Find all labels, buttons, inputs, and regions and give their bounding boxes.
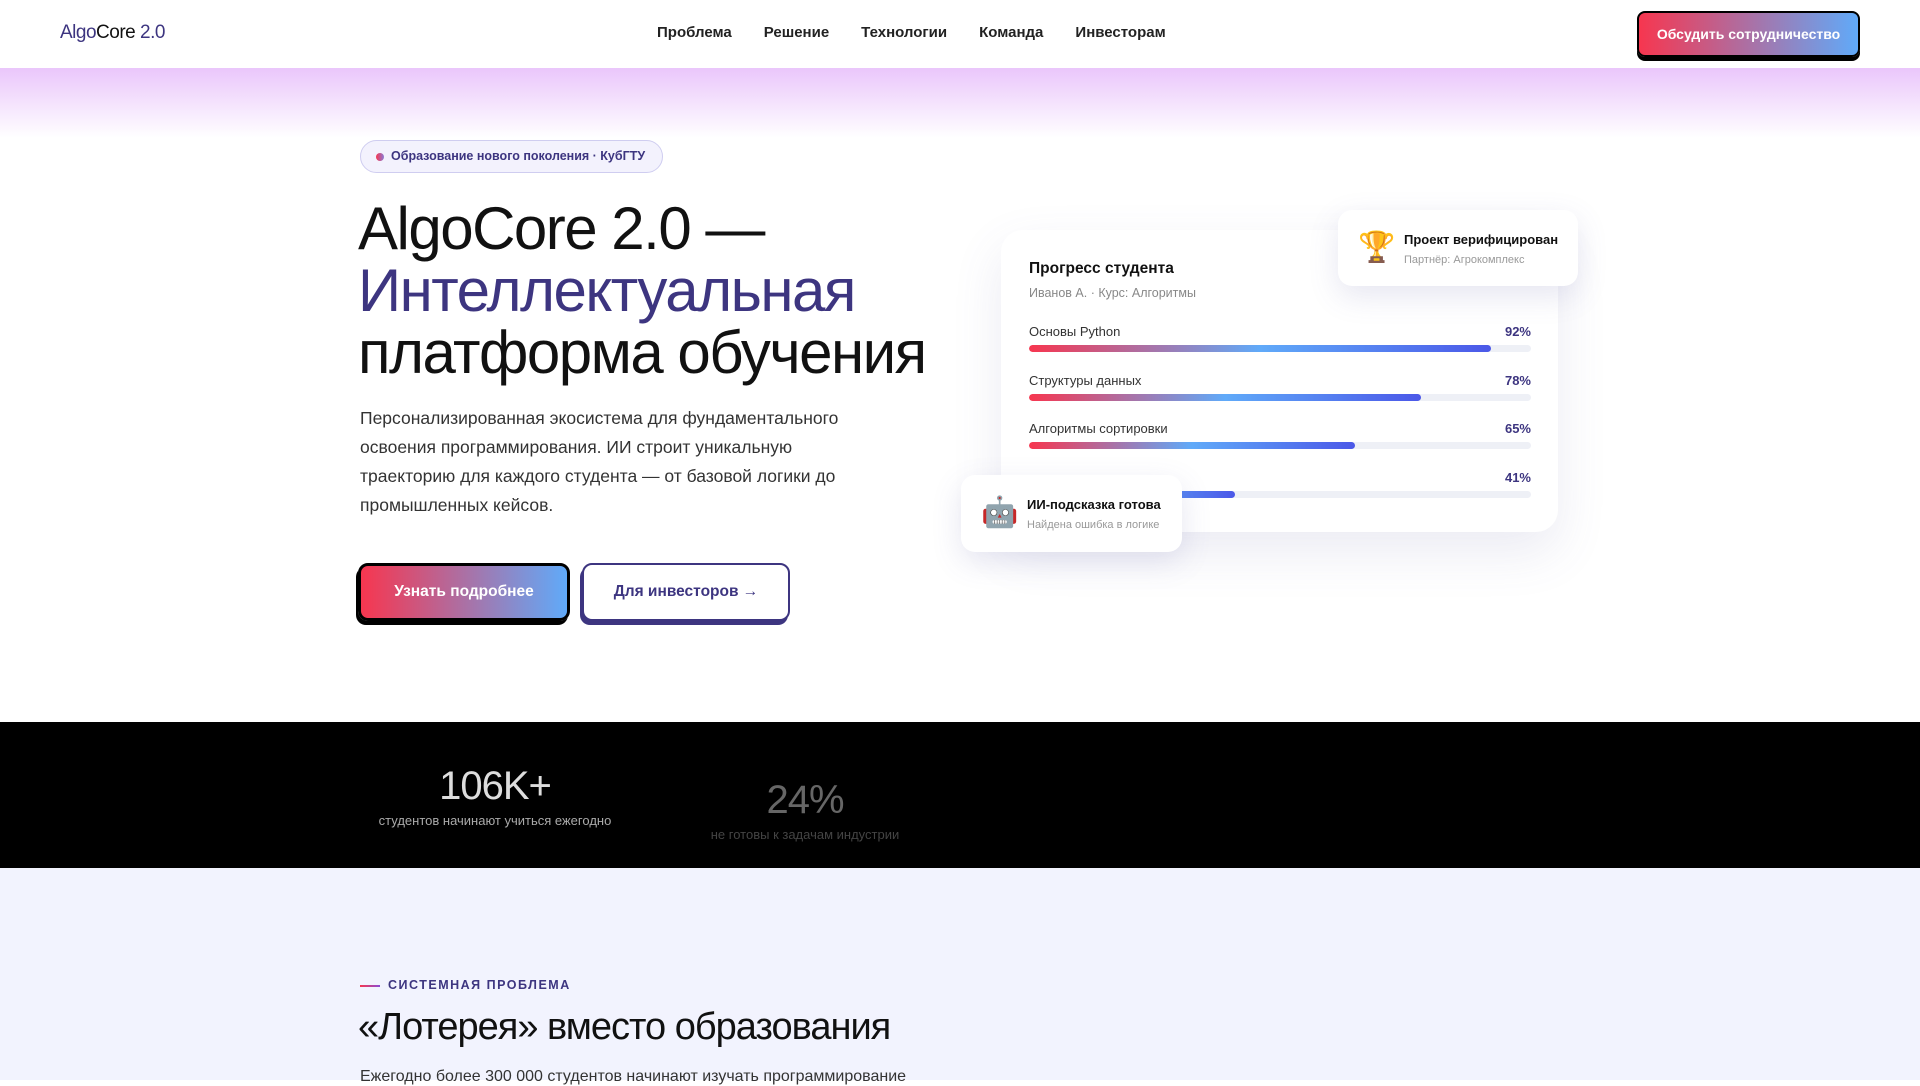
hero-title: AlgoCore 2.0 — Интеллектуальная платформа …: [358, 195, 927, 386]
nav-link-team[interactable]: Команда: [979, 24, 1043, 41]
stat-desc: не готовы к задачам индустрии: [710, 827, 900, 842]
nav-link-tech[interactable]: Технологии: [861, 24, 947, 41]
robot-icon: 🤖: [981, 496, 1019, 529]
logo-part: Algo: [60, 22, 97, 43]
logo-version: 2.0: [135, 22, 165, 43]
progress-fill: [1029, 345, 1491, 352]
hero-lead: Персонализированная экосистема для фунда…: [360, 408, 839, 515]
card-title: Прогресс студента: [1029, 260, 1174, 277]
title-accent: Интеллектуальная: [358, 257, 856, 324]
progress-row: Структуры данных 78%: [1029, 372, 1531, 401]
ai-hint-title: ИИ-подсказка готова: [1027, 497, 1161, 512]
logo[interactable]: AlgoCore 2.0: [60, 22, 165, 44]
stat-students: 106K+ студентов начинают учиться ежегодн…: [335, 764, 655, 828]
stat-value: 24%: [766, 778, 844, 822]
section-title: «Лотерея» вместо образования: [358, 1006, 891, 1048]
progress-row: Основы Python 92%: [1029, 324, 1531, 352]
title-line: AlgoCore 2.0 —: [358, 195, 765, 262]
progress-label: Структуры данных: [1029, 372, 1142, 388]
ai-hint-card: 🤖 ИИ-подсказка готова Найдена ошибка в л…: [961, 475, 1182, 552]
investors-button[interactable]: Для инвесторов →: [582, 563, 790, 621]
section-kicker: СИСТЕМНАЯ ПРОБЛЕМА: [360, 978, 571, 992]
nav-link-problem[interactable]: Проблема: [657, 24, 732, 41]
stat-desc: студентов начинают учиться ежегодно: [378, 813, 612, 828]
progress-track: [1029, 393, 1531, 401]
progress-label: Алгоритмы сортировки: [1029, 421, 1168, 436]
stat-unready: 24% не готовы к задачам индустрии: [645, 778, 965, 842]
progress-percent: 41%: [1504, 469, 1531, 485]
verified-title: Проект верифицирован: [1404, 232, 1559, 247]
section-text: Ежегодно более 300 000 студентов начинаю…: [360, 1068, 907, 1085]
header-glow: [0, 68, 1920, 138]
progress-fill: [1029, 393, 1421, 401]
learn-more-button[interactable]: Узнать подробнее: [358, 563, 570, 621]
nav-link-solution[interactable]: Решение: [764, 24, 829, 41]
ai-hint-subtitle: Найдена ошибка в логике: [1027, 519, 1160, 531]
hero-badge: Образование нового поколения · КубГТУ: [360, 140, 664, 173]
progress-percent: 78%: [1504, 372, 1531, 388]
progress-fill: [1029, 442, 1356, 449]
verified-subtitle: Партнёр: Агрокомплекс: [1404, 254, 1525, 266]
nav-link-investors[interactable]: Инвесторам: [1075, 24, 1165, 41]
progress-percent: 65%: [1504, 421, 1531, 436]
progress-label: Основы Python: [1029, 324, 1121, 339]
progress-track: [1029, 442, 1531, 449]
progress-row: Алгоритмы сортировки 65%: [1029, 421, 1531, 449]
progress-percent: 92%: [1504, 324, 1531, 339]
nav-links: Проблема Решение Технологии Команда Инве…: [657, 24, 1166, 41]
progress-track: [1029, 345, 1531, 352]
partnership-button[interactable]: Обсудить сотрудничество: [1637, 11, 1860, 57]
card-subtitle: Иванов А. · Курс: Алгоритмы: [1029, 286, 1196, 300]
title-line: платформа обучения: [358, 319, 927, 386]
verified-card: 🏆 Проект верифицирован Партнёр: Агрокомп…: [1338, 210, 1578, 286]
problem-section: СИСТЕМНАЯ ПРОБЛЕМА «Лотерея» вместо обра…: [0, 868, 1920, 1085]
stats-band: 106K+ студентов начинают учиться ежегодн…: [0, 722, 1920, 868]
top-nav: AlgoCore 2.0 Проблема Решение Технологии…: [0, 0, 1920, 68]
trophy-icon: 🏆: [1358, 231, 1396, 264]
logo-part: Core: [96, 22, 136, 43]
stat-value: 106K+: [439, 764, 552, 808]
